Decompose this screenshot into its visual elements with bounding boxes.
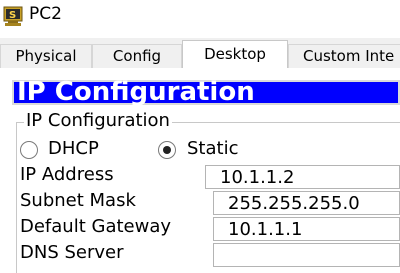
subnet-mask-label: Subnet Mask: [20, 190, 136, 211]
svg-text:S: S: [9, 10, 16, 21]
ip-configuration-header: IP Configuration: [12, 77, 400, 107]
static-label[interactable]: Static: [187, 138, 238, 159]
desktop-panel: IP Configuration IP Configuration DHCP S…: [0, 68, 400, 273]
pc-icon: S: [3, 6, 23, 26]
dhcp-radio[interactable]: [20, 141, 38, 159]
ip-configuration-group-title: IP Configuration: [24, 110, 172, 131]
dns-server-field[interactable]: [213, 243, 400, 267]
ip-address-field[interactable]: 10.1.1.2: [205, 165, 400, 189]
tab-config[interactable]: Config: [92, 44, 182, 68]
tab-custom-interface[interactable]: Custom Inte: [288, 44, 400, 68]
default-gateway-label: Default Gateway: [20, 216, 172, 237]
default-gateway-field[interactable]: 10.1.1.1: [213, 217, 400, 241]
dns-server-label: DNS Server: [20, 242, 124, 263]
ip-address-label: IP Address: [20, 164, 114, 185]
tab-bar: Physical Config Desktop Custom Inte: [0, 38, 400, 69]
radio-selected-dot: [163, 146, 171, 154]
subnet-mask-field[interactable]: 255.255.255.0: [213, 191, 400, 215]
tab-desktop[interactable]: Desktop: [182, 40, 288, 69]
ip-configuration-header-text: IP Configuration: [17, 77, 255, 107]
title-bar: S PC2: [0, 0, 400, 38]
static-radio[interactable]: [158, 141, 176, 159]
dhcp-label[interactable]: DHCP: [48, 138, 99, 159]
tab-physical[interactable]: Physical: [0, 44, 92, 68]
window-title: PC2: [29, 4, 62, 24]
